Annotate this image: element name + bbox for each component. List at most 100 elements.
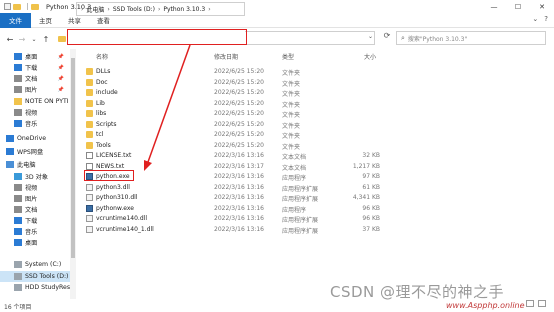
column-type[interactable]: 类型 [282,52,294,61]
python-app-icon [86,204,93,212]
expand-ribbon-icon[interactable]: ⌄ [532,15,538,23]
file-row[interactable]: Tools 2022/6/25 15:20 文件夹 [82,141,382,151]
file-row[interactable]: LICENSE.txt 2022/3/16 13:16 文本文档 32 KB [82,151,382,161]
sidebar-item[interactable]: 音乐 [0,118,70,129]
file-type: 文件夹 [282,143,301,151]
sidebar-item[interactable]: NOTE ON PYTI [0,96,70,107]
up-button[interactable]: ↑ [40,33,52,45]
address-bar-empty[interactable] [245,31,375,45]
forward-button[interactable]: → [16,33,28,45]
file-type: 文件夹 [282,112,301,119]
column-name[interactable]: 名称 [96,52,108,61]
chevron-right-icon: › [81,5,84,13]
file-row[interactable]: DLLs 2022/6/25 15:20 文件夹 [82,67,382,77]
sidebar-item[interactable]: 桌面 [0,237,70,248]
file-row[interactable]: Lib 2022/6/25 15:20 文件夹 [82,99,382,109]
file-date: 2022/6/25 15:20 [214,110,264,117]
file-row[interactable]: include 2022/6/25 15:20 文件夹 [82,88,382,98]
desktop-icon [14,239,22,246]
file-name: tcl [96,131,104,138]
search-input[interactable]: ⌕ 搜索"Python 3.10.3" [396,31,546,45]
file-row[interactable]: libs 2022/6/25 15:20 文件夹 [82,109,382,119]
address-bar[interactable]: › 此电脑 › SSD Tools (D:) › Python 3.10.3 › [76,2,245,16]
window-folder-icon [31,3,39,10]
sidebar-item[interactable]: 3D 对象 [0,171,70,182]
file-row[interactable]: python3.dll 2022/3/16 13:16 应用程序扩展 61 KB [82,183,382,193]
sidebar-item[interactable]: 下载 [0,215,70,226]
sidebar-item[interactable]: WPS网盘 [0,146,70,157]
sidebar-item[interactable]: System (C:) [0,259,70,270]
sidebar-item[interactable]: 音乐 [0,226,70,237]
breadcrumb-drive[interactable]: SSD Tools (D:) [113,6,155,13]
file-date: 2022/3/16 13:16 [214,173,264,180]
cloud-icon [6,148,14,155]
folder-icon [86,89,93,96]
address-dropdown-icon[interactable]: ⌄ [368,33,373,40]
sidebar-item-label: 音乐 [25,121,38,128]
new-folder-icon[interactable] [13,3,21,10]
breadcrumb-this-pc[interactable]: 此电脑 [86,5,104,14]
file-type: 文件夹 [282,80,301,88]
folder-icon [14,98,22,105]
tab-home[interactable]: 主页 [31,13,60,28]
sidebar-item[interactable]: 视频 [0,182,70,193]
sidebar-item[interactable]: OneDrive [0,133,70,144]
file-row[interactable]: pythonw.exe 2022/3/16 13:16 应用程序 96 KB [82,204,382,214]
file-date: 2022/6/25 15:20 [214,78,264,86]
dll-icon [86,183,93,191]
recent-locations-button[interactable]: ⌄ [28,33,40,45]
sidebar-item[interactable]: 文档 [0,204,70,215]
pin-icon: 📌 [57,64,64,71]
column-date[interactable]: 修改日期 [214,52,238,61]
chevron-right-icon: › [157,5,161,13]
close-button[interactable]: ✕ [530,0,554,13]
drive-icon [14,261,22,268]
sidebar-item[interactable]: 图片 [0,193,70,204]
file-row[interactable]: vcruntime140_1.dll 2022/3/16 13:16 应用程序扩展 3… [82,225,382,235]
sidebar-item[interactable]: 视频 [0,107,70,118]
sidebar-item[interactable]: 图片 📌 [0,84,70,95]
sidebar-item[interactable]: HDD StudyRes [0,282,70,293]
folder-icon [86,141,93,149]
file-row[interactable]: vcruntime140.dll 2022/3/16 13:16 应用程序扩展 96 … [82,214,382,224]
sidebar-item[interactable]: 下载 📌 [0,62,70,73]
tab-file[interactable]: 文件 [0,12,31,28]
file-row[interactable]: tcl 2022/6/25 15:20 文件夹 [82,130,382,140]
sidebar-item[interactable]: 桌面 📌 [0,51,70,62]
sidebar-item[interactable]: 文档 📌 [0,73,70,84]
document-icon [14,75,22,82]
dll-icon [86,194,93,201]
back-button[interactable]: ← [4,33,16,45]
sidebar-scroll-thumb[interactable] [71,58,75,258]
folder-icon [86,120,93,128]
text-file-icon [86,162,93,170]
minimize-button[interactable]: — [482,0,506,13]
file-name: LICENSE.txt [96,152,132,159]
file-size: 96 KB [362,204,380,212]
large-icons-view-icon[interactable] [538,300,546,307]
watermark: CSDN @理不尽的神之手 [330,283,505,301]
details-view-icon[interactable] [526,300,534,307]
file-row[interactable]: Scripts 2022/6/25 15:20 文件夹 [82,120,382,130]
file-row[interactable]: Doc 2022/6/25 15:20 文件夹 [82,78,382,88]
file-name: python3.dll [96,183,130,191]
sidebar-item-label: WPS网盘 [17,149,44,156]
desktop-icon [14,53,22,60]
pin-icon: 📌 [57,75,64,82]
file-size: 96 KB [362,215,380,222]
breadcrumb-folder[interactable]: Python 3.10.3 [163,6,205,13]
quick-access-properties-icon[interactable] [4,3,11,10]
sidebar-item[interactable]: 此电脑 [0,159,70,170]
dll-icon [86,215,93,222]
sidebar-item[interactable]: SSD Tools (D:) [0,271,74,282]
location-folder-icon [58,36,66,42]
folder-icon [86,78,93,86]
file-name: include [96,89,118,96]
file-row[interactable]: python310.dll 2022/3/16 13:16 应用程序扩展 4,341 … [82,193,382,203]
maximize-button[interactable]: ☐ [506,0,530,13]
help-icon[interactable]: ? [544,15,548,23]
refresh-icon[interactable]: ⟳ [381,31,393,45]
folder-icon [86,99,93,107]
sidebar-item-label: System (C:) [25,261,62,268]
column-size[interactable]: 大小 [364,52,376,61]
